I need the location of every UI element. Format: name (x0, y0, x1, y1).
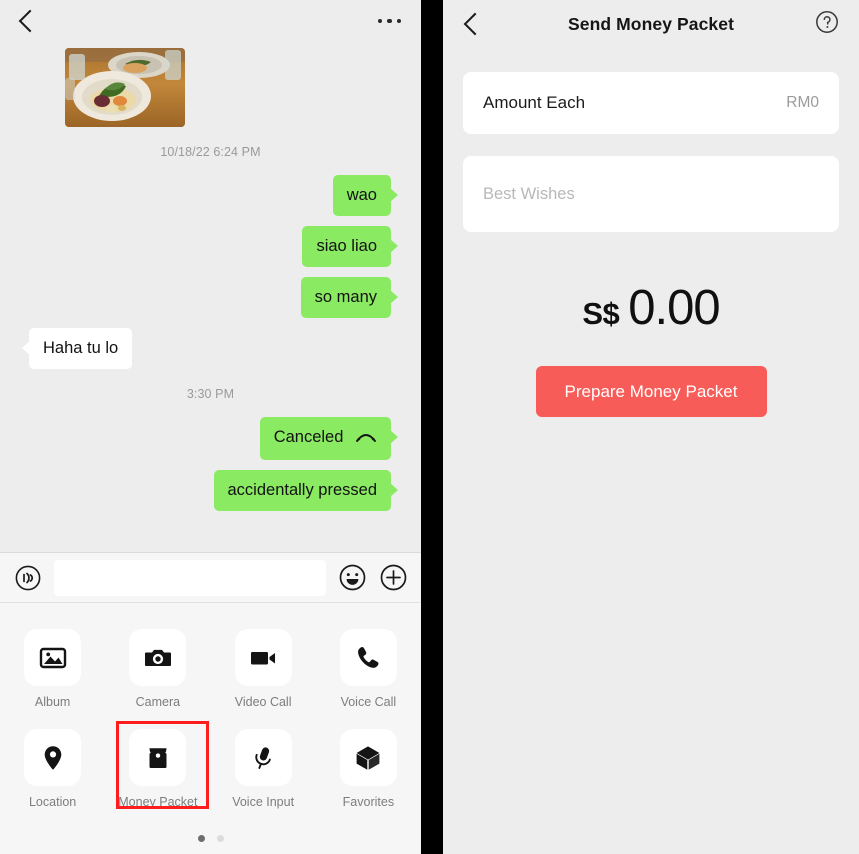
chat-message-list[interactable]: 10/18/22 6:24 PM wao siao liao so many H… (0, 42, 421, 552)
message-bubble-outgoing[interactable]: Canceled (259, 417, 399, 460)
attachment-voice-call[interactable]: Voice Call (316, 617, 421, 717)
chat-input-bar (0, 552, 421, 602)
attachment-label: Album (34, 695, 71, 709)
attachment-camera[interactable]: Camera (105, 617, 210, 717)
message-row: Canceled (14, 417, 407, 460)
message-timestamp: 10/18/22 6:24 PM (14, 143, 407, 161)
message-text: siao liao (316, 237, 377, 255)
attachment-album[interactable]: Album (0, 617, 105, 717)
message-row: wao (14, 175, 407, 216)
message-text: so many (314, 288, 377, 306)
chat-header (0, 0, 421, 42)
message-bubble-outgoing[interactable]: wao (332, 175, 399, 216)
message-row: accidentally pressed (14, 470, 407, 511)
attachment-label: Voice Input (232, 795, 295, 809)
message-row: so many (14, 277, 407, 318)
money-packet-icon (129, 729, 187, 786)
attachment-video-call[interactable]: Video Call (211, 617, 316, 717)
page-dot[interactable] (216, 835, 224, 842)
back-chevron-icon[interactable] (463, 12, 487, 36)
timestamp-text: 10/18/22 6:24 PM (160, 145, 261, 159)
message-text: Canceled (273, 428, 344, 446)
attachment-label: Camera (135, 695, 181, 709)
panel-divider (421, 0, 443, 854)
video-call-icon (234, 629, 292, 686)
dual-panel-screenshot: 10/18/22 6:24 PM wao siao liao so many H… (0, 0, 859, 854)
attachment-panel: Album Camera Video Call Voice Call Locat… (0, 602, 421, 854)
money-packet-header: Send Money Packet (443, 0, 859, 48)
message-row: siao liao (14, 226, 407, 267)
timestamp-text: 3:30 PM (186, 387, 235, 401)
location-pin-icon (24, 729, 82, 786)
attachment-money-packet[interactable]: Money Packet (105, 717, 210, 817)
total-amount-value: 0.00 (628, 281, 720, 335)
photo-message-row (14, 42, 407, 127)
message-text: wao (346, 186, 377, 204)
message-text: accidentally pressed (227, 481, 378, 499)
voice-call-icon (339, 629, 397, 686)
message-bubble-outgoing[interactable]: accidentally pressed (213, 470, 398, 511)
prepare-money-packet-button[interactable]: Prepare Money Packet (535, 366, 767, 417)
message-row: Haha tu lo (14, 328, 407, 369)
amount-each-value: RM0 (786, 94, 819, 111)
voice-wave-icon[interactable] (13, 563, 42, 592)
page-dot-active[interactable] (197, 835, 205, 842)
send-money-packet-panel: Send Money Packet Amount Each RM0 Best W… (443, 0, 859, 854)
camera-icon (129, 629, 187, 686)
attachment-label: Money Packet (118, 795, 198, 809)
more-options-icon[interactable] (377, 18, 404, 24)
attachment-page-dots[interactable] (0, 835, 421, 842)
message-bubble-outgoing[interactable]: so many (300, 277, 399, 318)
submit-button-wrap: Prepare Money Packet (443, 366, 859, 417)
attachment-voice-input[interactable]: Voice Input (211, 717, 316, 817)
microphone-icon (234, 729, 292, 786)
help-circle-icon[interactable] (815, 10, 839, 39)
attachment-label: Video Call (234, 695, 292, 709)
page-title: Send Money Packet (567, 13, 735, 34)
back-chevron-icon[interactable] (18, 9, 42, 33)
wishes-placeholder: Best Wishes (483, 184, 575, 203)
album-icon (24, 629, 82, 686)
attachment-location[interactable]: Location (0, 717, 105, 817)
smiley-face-icon[interactable] (338, 563, 367, 592)
wishes-input-row[interactable]: Best Wishes (463, 156, 839, 232)
box-cube-icon (339, 729, 397, 786)
message-timestamp: 3:30 PM (14, 385, 407, 403)
chat-panel: 10/18/22 6:24 PM wao siao liao so many H… (0, 0, 421, 854)
message-bubble-outgoing[interactable]: siao liao (302, 226, 398, 267)
total-amount-display: S$ 0.00 (443, 280, 859, 336)
attachment-label: Voice Call (340, 695, 397, 709)
photo-thumbnail[interactable] (65, 48, 185, 127)
attachment-favorites[interactable]: Favorites (316, 717, 421, 817)
call-ended-icon (355, 430, 377, 449)
message-input-field[interactable] (54, 559, 326, 596)
attachment-label: Location (28, 795, 77, 809)
attachment-grid: Album Camera Video Call Voice Call Locat… (0, 617, 421, 817)
attachment-label: Favorites (342, 795, 395, 809)
amount-each-label: Amount Each (483, 93, 586, 112)
currency-symbol: S$ (582, 296, 620, 331)
plus-circle-icon[interactable] (379, 563, 408, 592)
message-bubble-incoming[interactable]: Haha tu lo (21, 328, 133, 369)
amount-each-row[interactable]: Amount Each RM0 (463, 72, 839, 134)
message-text: Haha tu lo (43, 339, 119, 357)
